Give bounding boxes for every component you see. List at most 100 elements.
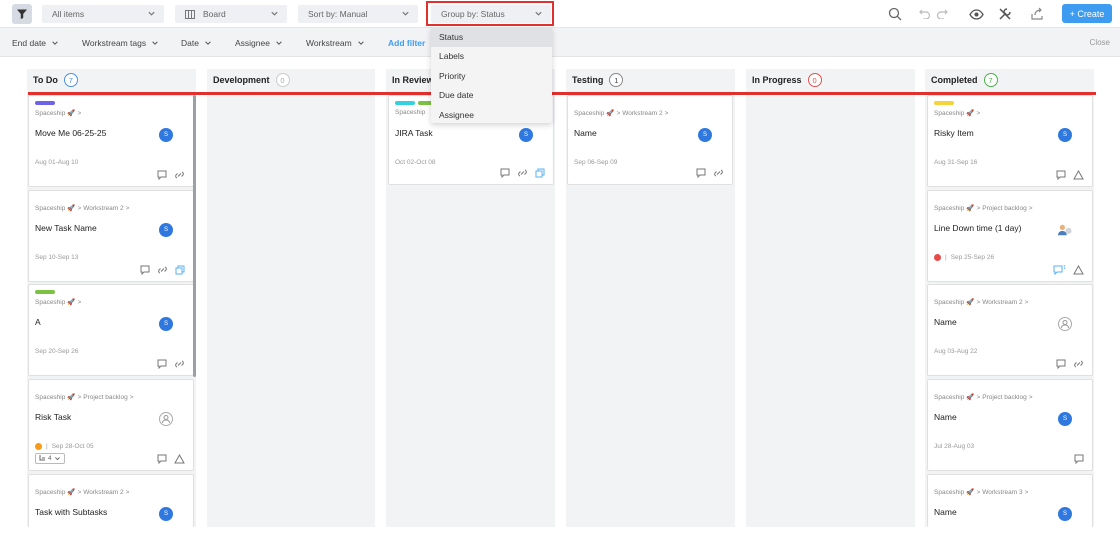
filter-assignee[interactable]: Assignee (235, 38, 283, 48)
assignee-avatar[interactable]: S (1058, 507, 1072, 521)
comment-icon[interactable] (157, 454, 167, 464)
comment-icon[interactable] (1056, 359, 1066, 369)
filter-label: Assignee (235, 38, 270, 48)
column-title: Completed (931, 75, 978, 85)
subtask-icon (39, 455, 45, 461)
sort-select[interactable]: Sort by: Manual (298, 5, 418, 23)
unassigned-avatar[interactable] (1058, 317, 1072, 331)
card-breadcrumb: Spaceship 🚀 > Workstream 2 > (35, 204, 130, 213)
assignee-avatar[interactable]: S (698, 128, 712, 142)
comment-icon[interactable] (1074, 454, 1084, 464)
group-by-option-assignee[interactable]: Assignee (431, 105, 552, 125)
comment-icon[interactable] (140, 265, 150, 275)
warning-icon[interactable] (1073, 170, 1084, 180)
tools-button[interactable] (996, 5, 1014, 23)
assignee-avatar[interactable]: S (159, 128, 173, 142)
task-card[interactable]: Spaceship 🚀 > Risky Item S Aug 31-Sep 16 (927, 95, 1093, 187)
task-card[interactable]: Spaceship 🚀 > Workstream 2 > Name S Sep 06-S… (567, 95, 733, 185)
items-select[interactable]: All items (42, 5, 164, 23)
card-dates: | Sep 25-Sep 26 (934, 254, 994, 261)
unassigned-avatar[interactable] (159, 412, 173, 426)
assignee-avatar[interactable]: S (1058, 412, 1072, 426)
comment-icon[interactable] (1053, 265, 1063, 275)
card-breadcrumb: Spaceship 🚀 > Workstream 2 > (934, 298, 1029, 307)
duplicate-icon[interactable] (175, 265, 185, 275)
search-button[interactable] (886, 5, 904, 23)
task-card[interactable]: Spaceship 🚀 > Project backlog > Line Down ti… (927, 190, 1093, 282)
comment-icon[interactable] (500, 168, 510, 178)
chevron-down-icon (402, 11, 409, 16)
duplicate-icon[interactable] (535, 168, 545, 178)
card-breadcrumb: Spaceship 🚀 > Workstream 2 > (574, 109, 669, 118)
group-by-option-priority[interactable]: Priority (431, 66, 552, 86)
comment-icon[interactable] (696, 168, 706, 178)
filter-date[interactable]: Date (181, 38, 212, 48)
group-by-highlight (426, 1, 554, 26)
warning-icon[interactable] (1073, 265, 1084, 275)
add-filter-link[interactable]: Add filter (388, 38, 425, 48)
card-breadcrumb: Spaceship 🚀 > (934, 109, 981, 118)
create-button[interactable]: + Create (1062, 4, 1112, 23)
undo-button[interactable] (915, 5, 933, 23)
filter-end-date[interactable]: End date (12, 38, 59, 48)
card-breadcrumb: Spaceship 🚀 > Project backlog > (35, 393, 134, 402)
link-icon[interactable] (174, 359, 185, 369)
task-card[interactable]: Spaceship 🚀 > Workstream 2 > New Task Name S… (28, 190, 194, 282)
view-select[interactable]: Board (175, 5, 287, 23)
group-by-option-status[interactable]: Status (431, 27, 552, 47)
card-dates: Aug 31-Sep 16 (934, 159, 978, 166)
task-card[interactable]: Spaceship 🚀 > Project backlog > Risk Task | S… (28, 379, 194, 471)
card-breadcrumb: Spaceship 🚀 > Project backlog > (934, 204, 1033, 213)
redo-button[interactable] (934, 5, 952, 23)
view-options-button[interactable] (967, 5, 985, 23)
card-title: New Task Name (35, 223, 97, 233)
chevron-down-icon (271, 11, 278, 16)
task-card[interactable]: Spaceship 🚀 > A S Sep 20-Sep 26 (28, 284, 194, 376)
assignee-avatar[interactable]: S (159, 223, 173, 237)
column-scrollbar[interactable] (193, 95, 196, 377)
multi-assignee-avatar[interactable] (1058, 223, 1072, 237)
task-card[interactable]: Spaceship 🚀 > Workstream 2 > Task with Subta… (28, 474, 194, 527)
warning-icon[interactable] (174, 454, 185, 464)
user-icon (162, 415, 170, 424)
filter-workstream[interactable]: Workstream (306, 38, 365, 48)
group-by-option-labels[interactable]: Labels (431, 47, 552, 67)
group-by-menu: Status Labels Priority Due date Assignee (431, 27, 552, 123)
task-card[interactable]: Spaceship 🚀 > Project backlog > Name S Jul 2… (927, 379, 1093, 471)
card-dates: Aug 03-Aug 22 (934, 348, 978, 355)
column-header-completed: Completed 7 (925, 69, 1094, 91)
page-footer-space (0, 527, 1120, 557)
comment-icon[interactable] (157, 170, 167, 180)
label-tag (934, 101, 954, 105)
assignee-avatar[interactable]: S (159, 317, 173, 331)
assignee-avatar[interactable]: S (159, 507, 173, 521)
task-card[interactable]: Spaceship 🚀 > Workstream 3 > Name S (927, 474, 1093, 527)
link-icon[interactable] (1073, 359, 1084, 369)
card-title: Name (934, 412, 957, 422)
group-by-option-due-date[interactable]: Due date (431, 86, 552, 106)
filter-workstream-tags[interactable]: Workstream tags (82, 38, 159, 48)
top-toolbar: All items Board Sort by: Manual Group by… (0, 0, 1120, 28)
assignee-avatar[interactable]: S (1058, 128, 1072, 142)
comment-icon[interactable] (157, 359, 167, 369)
link-icon[interactable] (713, 168, 724, 178)
close-filters-link[interactable]: Close (1090, 38, 1110, 47)
subtasks-toggle[interactable]: 4 (35, 453, 65, 464)
column-count-badge: 7 (63, 73, 78, 87)
share-button[interactable] (1028, 5, 1046, 23)
task-card[interactable]: Spaceship 🚀 > Move Me 06-25-25 S Aug 01-Au… (28, 95, 194, 187)
chevron-down-icon (276, 41, 282, 45)
card-title: A (35, 317, 41, 327)
link-icon[interactable] (174, 170, 185, 180)
card-dates: Aug 01-Aug 10 (35, 159, 79, 166)
task-card[interactable]: Spaceship 🚀 > Workstream 2 > Name Aug 03-Aug… (927, 284, 1093, 376)
label-tag (35, 290, 55, 294)
link-icon[interactable] (517, 168, 528, 178)
link-icon[interactable] (157, 265, 168, 275)
tools-icon (999, 8, 1011, 20)
filter-toggle-button[interactable] (12, 4, 32, 24)
label-tag (395, 101, 415, 105)
card-dates: Sep 10-Sep 13 (35, 254, 79, 261)
comment-icon[interactable] (1056, 170, 1066, 180)
assignee-avatar[interactable]: S (519, 128, 533, 142)
